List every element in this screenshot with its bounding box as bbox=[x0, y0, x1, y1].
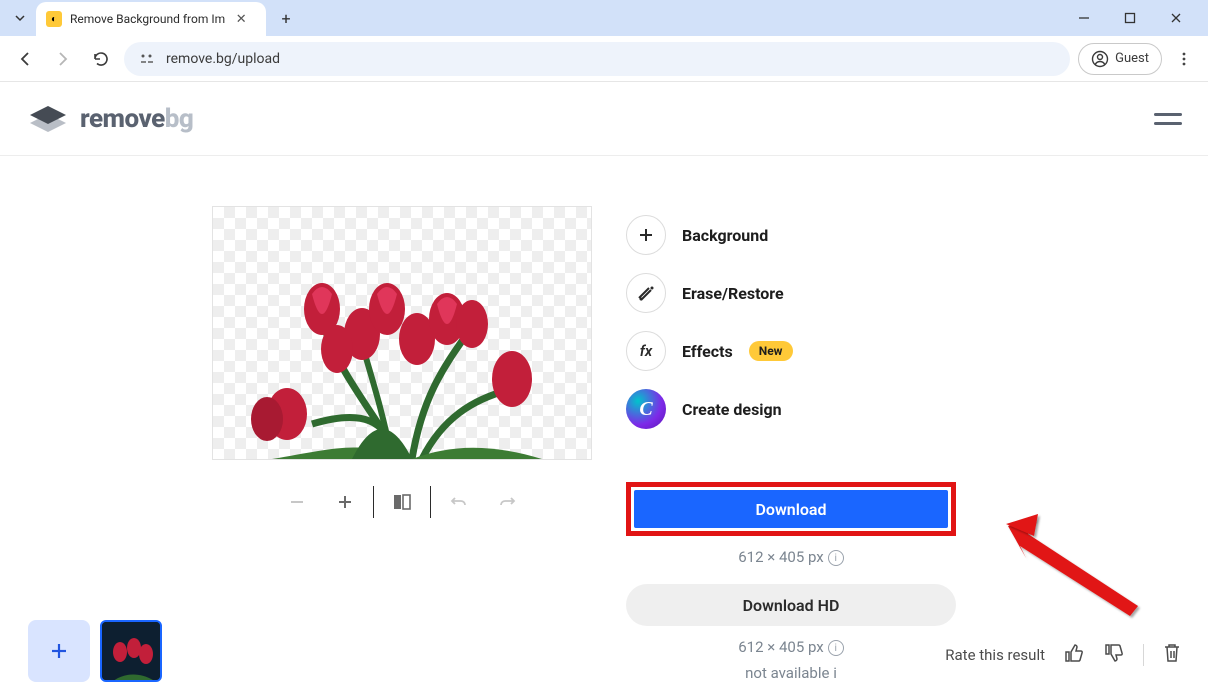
logo-text: removebg bbox=[80, 104, 193, 134]
arrow-left-icon bbox=[16, 50, 34, 68]
browser-tab-strip: ◐ Remove Background from Im ✕ + bbox=[0, 0, 1208, 36]
compare-icon bbox=[391, 491, 413, 513]
hamburger-line-icon bbox=[1154, 122, 1182, 125]
chevron-down-icon bbox=[14, 12, 26, 24]
tab-search-dropdown[interactable] bbox=[8, 6, 32, 30]
redo-icon bbox=[497, 492, 517, 512]
address-bar[interactable]: remove.bg/upload bbox=[124, 42, 1070, 76]
hamburger-line-icon bbox=[1154, 113, 1182, 116]
thumbs-up-icon bbox=[1063, 642, 1085, 664]
window-maximize-button[interactable] bbox=[1116, 4, 1144, 32]
rate-result: Rate this result bbox=[945, 642, 1182, 668]
option-label: Effects bbox=[682, 342, 733, 361]
toolbar-divider bbox=[373, 486, 374, 518]
plus-icon bbox=[335, 492, 355, 512]
tab-title: Remove Background from Im bbox=[70, 12, 225, 26]
download-highlight: Download bbox=[626, 482, 956, 536]
rate-label: Rate this result bbox=[945, 646, 1045, 664]
reload-icon bbox=[92, 50, 110, 68]
option-label: Background bbox=[682, 226, 768, 245]
option-background[interactable]: Background bbox=[626, 206, 1006, 264]
browser-menu-button[interactable] bbox=[1170, 45, 1198, 73]
minimize-icon bbox=[1078, 12, 1090, 24]
option-label: Create design bbox=[682, 400, 782, 419]
trash-icon bbox=[1162, 642, 1182, 664]
plus-icon bbox=[48, 640, 70, 662]
arrow-right-icon bbox=[54, 50, 72, 68]
redo-button[interactable] bbox=[483, 486, 531, 518]
site-header: removebg bbox=[0, 82, 1208, 156]
undo-icon bbox=[449, 492, 469, 512]
logo-mark-icon bbox=[26, 102, 70, 136]
not-available-text: not available i bbox=[626, 664, 956, 682]
browser-tab[interactable]: ◐ Remove Background from Im ✕ bbox=[36, 2, 266, 36]
user-icon bbox=[1091, 50, 1109, 68]
new-tab-button[interactable]: + bbox=[272, 4, 300, 32]
side-panel: Background Erase/Restore fx Effects New … bbox=[626, 206, 1006, 682]
profile-button[interactable]: Guest bbox=[1078, 43, 1162, 75]
site-controls-icon[interactable] bbox=[138, 50, 156, 68]
download-button[interactable]: Download bbox=[634, 490, 948, 528]
window-close-button[interactable] bbox=[1162, 4, 1190, 32]
url-text: remove.bg/upload bbox=[166, 51, 280, 67]
maximize-icon bbox=[1124, 12, 1136, 24]
divider bbox=[1143, 644, 1144, 666]
nav-back-button[interactable] bbox=[10, 44, 40, 74]
tab-favicon-icon: ◐ bbox=[46, 11, 62, 27]
nav-forward-button[interactable] bbox=[48, 44, 78, 74]
zoom-in-button[interactable] bbox=[321, 486, 369, 518]
erase-icon bbox=[626, 273, 666, 313]
page-content: removebg bbox=[0, 82, 1208, 696]
profile-label: Guest bbox=[1115, 51, 1149, 66]
info-icon[interactable]: i bbox=[828, 640, 844, 656]
toolbar-divider bbox=[430, 486, 431, 518]
info-icon[interactable]: i bbox=[833, 664, 837, 682]
browser-toolbar: remove.bg/upload Guest bbox=[0, 36, 1208, 82]
option-erase-restore[interactable]: Erase/Restore bbox=[626, 264, 1006, 322]
compare-button[interactable] bbox=[378, 486, 426, 518]
download-hd-button[interactable]: Download HD bbox=[626, 584, 956, 626]
window-minimize-button[interactable] bbox=[1070, 4, 1098, 32]
option-label: Erase/Restore bbox=[682, 284, 784, 303]
thumbnail-strip bbox=[28, 620, 162, 682]
fx-icon: fx bbox=[626, 331, 666, 371]
thumbs-down-button[interactable] bbox=[1103, 642, 1125, 668]
add-image-button[interactable] bbox=[28, 620, 90, 682]
download-hd-dimensions: 612 × 405 pxi bbox=[626, 638, 956, 656]
canva-icon: C bbox=[626, 389, 666, 429]
undo-button[interactable] bbox=[435, 486, 483, 518]
info-icon[interactable]: i bbox=[828, 550, 844, 566]
tulips-image bbox=[212, 249, 592, 459]
main-menu-button[interactable] bbox=[1154, 113, 1182, 125]
minus-icon bbox=[287, 492, 307, 512]
thumbs-down-icon bbox=[1103, 642, 1125, 664]
option-create-design[interactable]: C Create design bbox=[626, 380, 1006, 438]
new-badge: New bbox=[749, 341, 793, 361]
thumbnail-image bbox=[102, 622, 162, 682]
plus-circle-icon bbox=[626, 215, 666, 255]
zoom-out-button[interactable] bbox=[273, 486, 321, 518]
tab-close-button[interactable]: ✕ bbox=[233, 11, 249, 27]
download-dimensions: 612 × 405 pxi bbox=[626, 548, 956, 566]
nav-reload-button[interactable] bbox=[86, 44, 116, 74]
thumbs-up-button[interactable] bbox=[1063, 642, 1085, 668]
site-logo[interactable]: removebg bbox=[26, 102, 193, 136]
kebab-icon bbox=[1176, 51, 1192, 67]
thumbnail-selected[interactable] bbox=[100, 620, 162, 682]
close-icon bbox=[1170, 12, 1182, 24]
canvas-toolbar bbox=[273, 486, 531, 518]
delete-button[interactable] bbox=[1162, 642, 1182, 668]
result-canvas[interactable] bbox=[212, 206, 592, 460]
option-effects[interactable]: fx Effects New bbox=[626, 322, 1006, 380]
